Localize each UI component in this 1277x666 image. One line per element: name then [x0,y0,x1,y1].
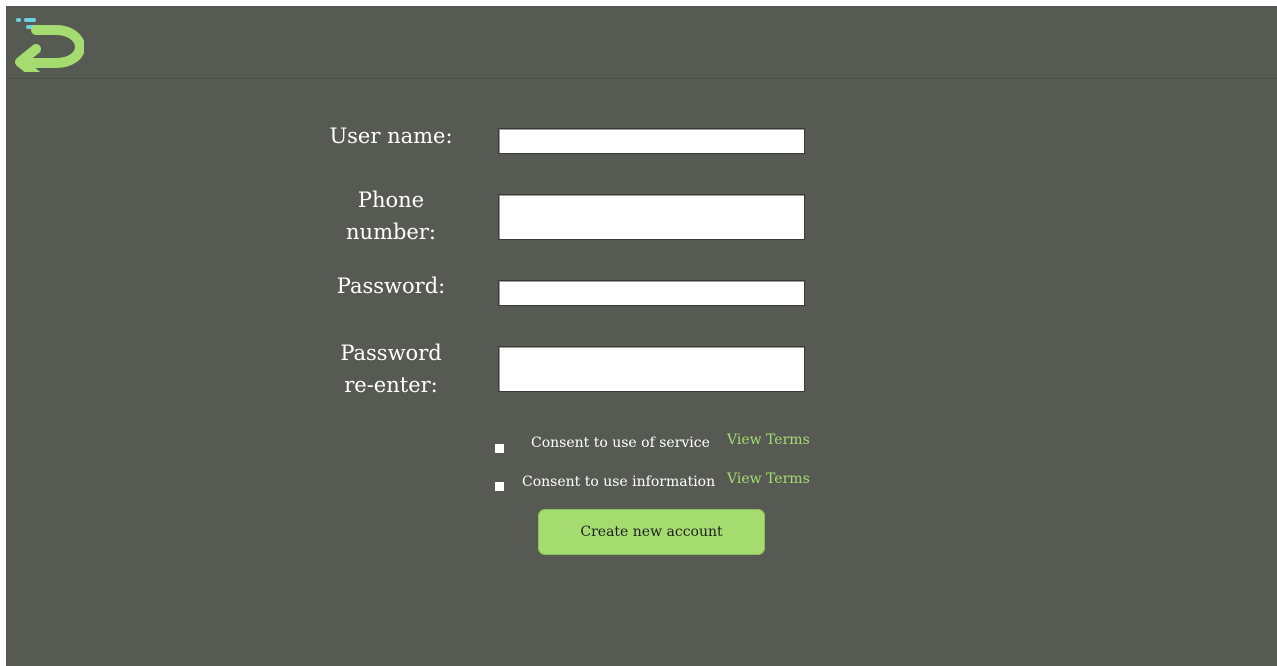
phone-input[interactable] [498,194,805,240]
view-terms-information-link[interactable]: View Terms [727,470,810,488]
consent-information-checkbox[interactable] [495,482,504,491]
consent-information-label: Consent to use information [522,474,716,490]
back-button[interactable] [10,12,84,72]
username-label: User name: [329,124,453,148]
consent-service-checkbox[interactable] [495,444,504,453]
password-label: Password: [336,274,446,298]
phone-label: Phone number: [346,188,436,244]
username-input[interactable] [498,128,805,154]
view-terms-service-link[interactable]: View Terms [727,431,810,449]
password-reenter-input[interactable] [498,346,805,392]
password-reenter-label: Password re-enter: [340,341,442,397]
create-account-button[interactable]: Create new account [538,509,765,555]
signup-screen: User name: Phone number: Password: Passw… [6,6,1277,666]
return-arrow-icon [15,18,84,72]
top-bar [6,6,1277,79]
password-input[interactable] [498,280,805,306]
consent-service-label: Consent to use of service [531,435,710,451]
